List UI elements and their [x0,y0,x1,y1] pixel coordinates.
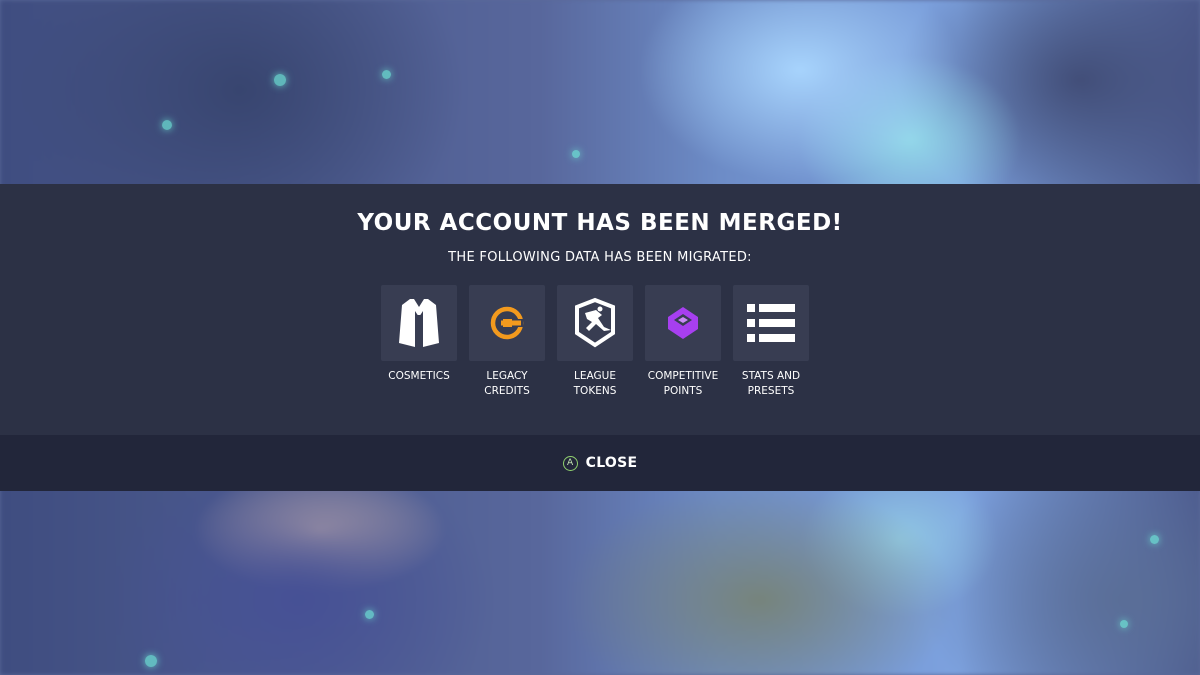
migrated-item-stats-and-presets: STATS AND PRESETS [733,285,809,399]
background-particle [572,150,580,158]
close-button[interactable]: A CLOSE [562,455,638,471]
background-particle [1120,620,1128,628]
competitive-points-icon [668,307,698,339]
item-label: LEAGUE TOKENS [573,370,617,397]
item-tile [381,285,457,361]
background-particle [145,655,157,667]
migrated-item-legacy-credits: LEGACY CREDITS [469,285,545,399]
migrated-item-cosmetics: COSMETICS [381,285,457,399]
item-label: COMPETITIVE POINTS [647,370,719,397]
jacket-icon [399,299,439,347]
migrated-item-competitive-points: COMPETITIVE POINTS [645,285,721,399]
dialog-footer: A CLOSE [0,435,1200,491]
game-screen: YOUR ACCOUNT HAS BEEN MERGED! THE FOLLOW… [0,0,1200,675]
controller-a-button-icon: A [562,455,578,471]
legacy-credits-icon [490,306,524,340]
dialog-title: YOUR ACCOUNT HAS BEEN MERGED! [357,210,843,236]
dialog-subtitle: THE FOLLOWING DATA HAS BEEN MIGRATED: [448,250,752,265]
migrated-items-list: COSMETICS LEGACY CREDITS LEAGUE TOKENS C… [381,285,809,399]
background-particle [382,70,391,79]
migrated-item-league-tokens: LEAGUE TOKENS [557,285,633,399]
item-label: STATS AND PRESETS [741,370,801,397]
item-label: LEGACY CREDITS [484,370,530,397]
league-tokens-icon [575,297,615,348]
list-icon [747,304,795,342]
background-particle [162,120,172,130]
background-particle [1150,535,1159,544]
item-tile [557,285,633,361]
item-tile [469,285,545,361]
background-particle [274,74,286,86]
item-tile [733,285,809,361]
item-label: COSMETICS [388,370,450,382]
item-tile [645,285,721,361]
close-label: CLOSE [585,455,638,471]
background-particle [365,610,374,619]
